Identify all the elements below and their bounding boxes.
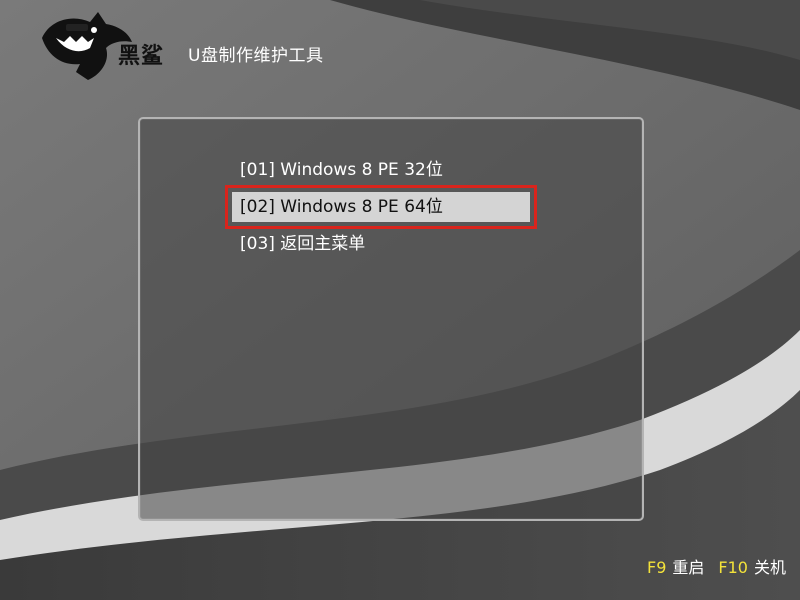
hotkey-bar: F9 重启 F10 关机	[647, 554, 786, 578]
menu-item-win8pe-64[interactable]: [02] Windows 8 PE 64位	[225, 185, 537, 229]
shutdown-label[interactable]: 关机	[754, 558, 786, 577]
menu-item-win8pe-32[interactable]: [01] Windows 8 PE 32位	[232, 155, 530, 185]
boot-menu: [01] Windows 8 PE 32位 [02] Windows 8 PE …	[225, 155, 537, 266]
restart-label[interactable]: 重启	[672, 558, 704, 577]
restart-key[interactable]: F9	[647, 558, 666, 577]
shutdown-key[interactable]: F10	[718, 558, 748, 577]
brand-name: 黑鲨	[118, 44, 165, 69]
menu-item-return-main[interactable]: [03] 返回主菜单	[232, 229, 530, 259]
boot-menu-panel: [01] Windows 8 PE 32位 [02] Windows 8 PE …	[138, 117, 644, 521]
app-title: U盘制作维护工具	[188, 46, 324, 66]
